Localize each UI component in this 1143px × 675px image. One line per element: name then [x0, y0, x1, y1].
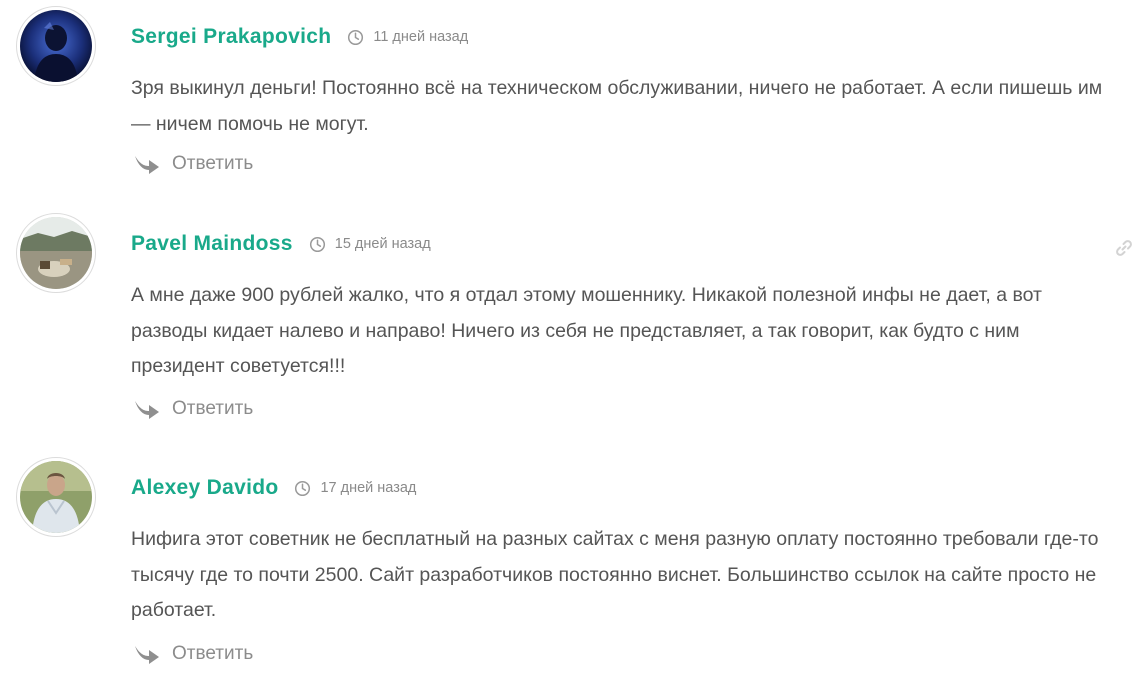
- author-name[interactable]: Sergei Prakapovich: [131, 25, 331, 49]
- comment-time[interactable]: 15 дней назад: [335, 236, 431, 252]
- reply-arrow-icon: [134, 399, 160, 419]
- clock-icon: [347, 29, 364, 46]
- comment: Sergei Prakapovich 11 дней назад Зря вык…: [0, 6, 1143, 196]
- avatar[interactable]: [16, 6, 96, 86]
- reply-label: Ответить: [172, 398, 254, 419]
- avatar[interactable]: [16, 457, 96, 537]
- comment: Alexey Davido 17 дней назад Нифига этот …: [0, 457, 1143, 672]
- author-name[interactable]: Alexey Davido: [131, 476, 278, 500]
- reply-label: Ответить: [172, 153, 254, 174]
- reply-button[interactable]: Ответить: [134, 153, 253, 175]
- comment-meta: Pavel Maindoss 15 дней назад: [131, 229, 431, 259]
- comment-meta: Alexey Davido 17 дней назад: [131, 473, 416, 503]
- clock-icon: [294, 480, 311, 497]
- comment-text: А мне даже 900 рублей жалко, что я отдал…: [131, 284, 1042, 377]
- user-photo-avatar-icon: [20, 461, 92, 533]
- comment-meta: Sergei Prakapovich 11 дней назад: [131, 22, 468, 52]
- reply-arrow-icon: [134, 154, 160, 174]
- comment-time[interactable]: 17 дней назад: [320, 480, 416, 496]
- reply-arrow-icon: [134, 644, 160, 664]
- reply-button[interactable]: Ответить: [134, 398, 253, 420]
- comment-list: Sergei Prakapovich 11 дней назад Зря вык…: [0, 0, 1143, 675]
- comment-time[interactable]: 11 дней назад: [373, 29, 468, 45]
- comment: Pavel Maindoss 15 дней назад А мне даже …: [0, 213, 1143, 433]
- user-photo-avatar-icon: [20, 10, 92, 82]
- comment-text: Нифига этот советник не бесплатный на ра…: [131, 528, 1099, 621]
- comment-text: Зря выкинул деньги! Постоянно всё на тех…: [131, 77, 1103, 135]
- reply-label: Ответить: [172, 643, 254, 664]
- link-icon[interactable]: [1114, 238, 1134, 258]
- avatar[interactable]: [16, 213, 96, 293]
- clock-icon: [309, 236, 326, 253]
- reply-button[interactable]: Ответить: [134, 643, 253, 665]
- user-photo-avatar-icon: [20, 217, 92, 289]
- author-name[interactable]: Pavel Maindoss: [131, 232, 293, 256]
